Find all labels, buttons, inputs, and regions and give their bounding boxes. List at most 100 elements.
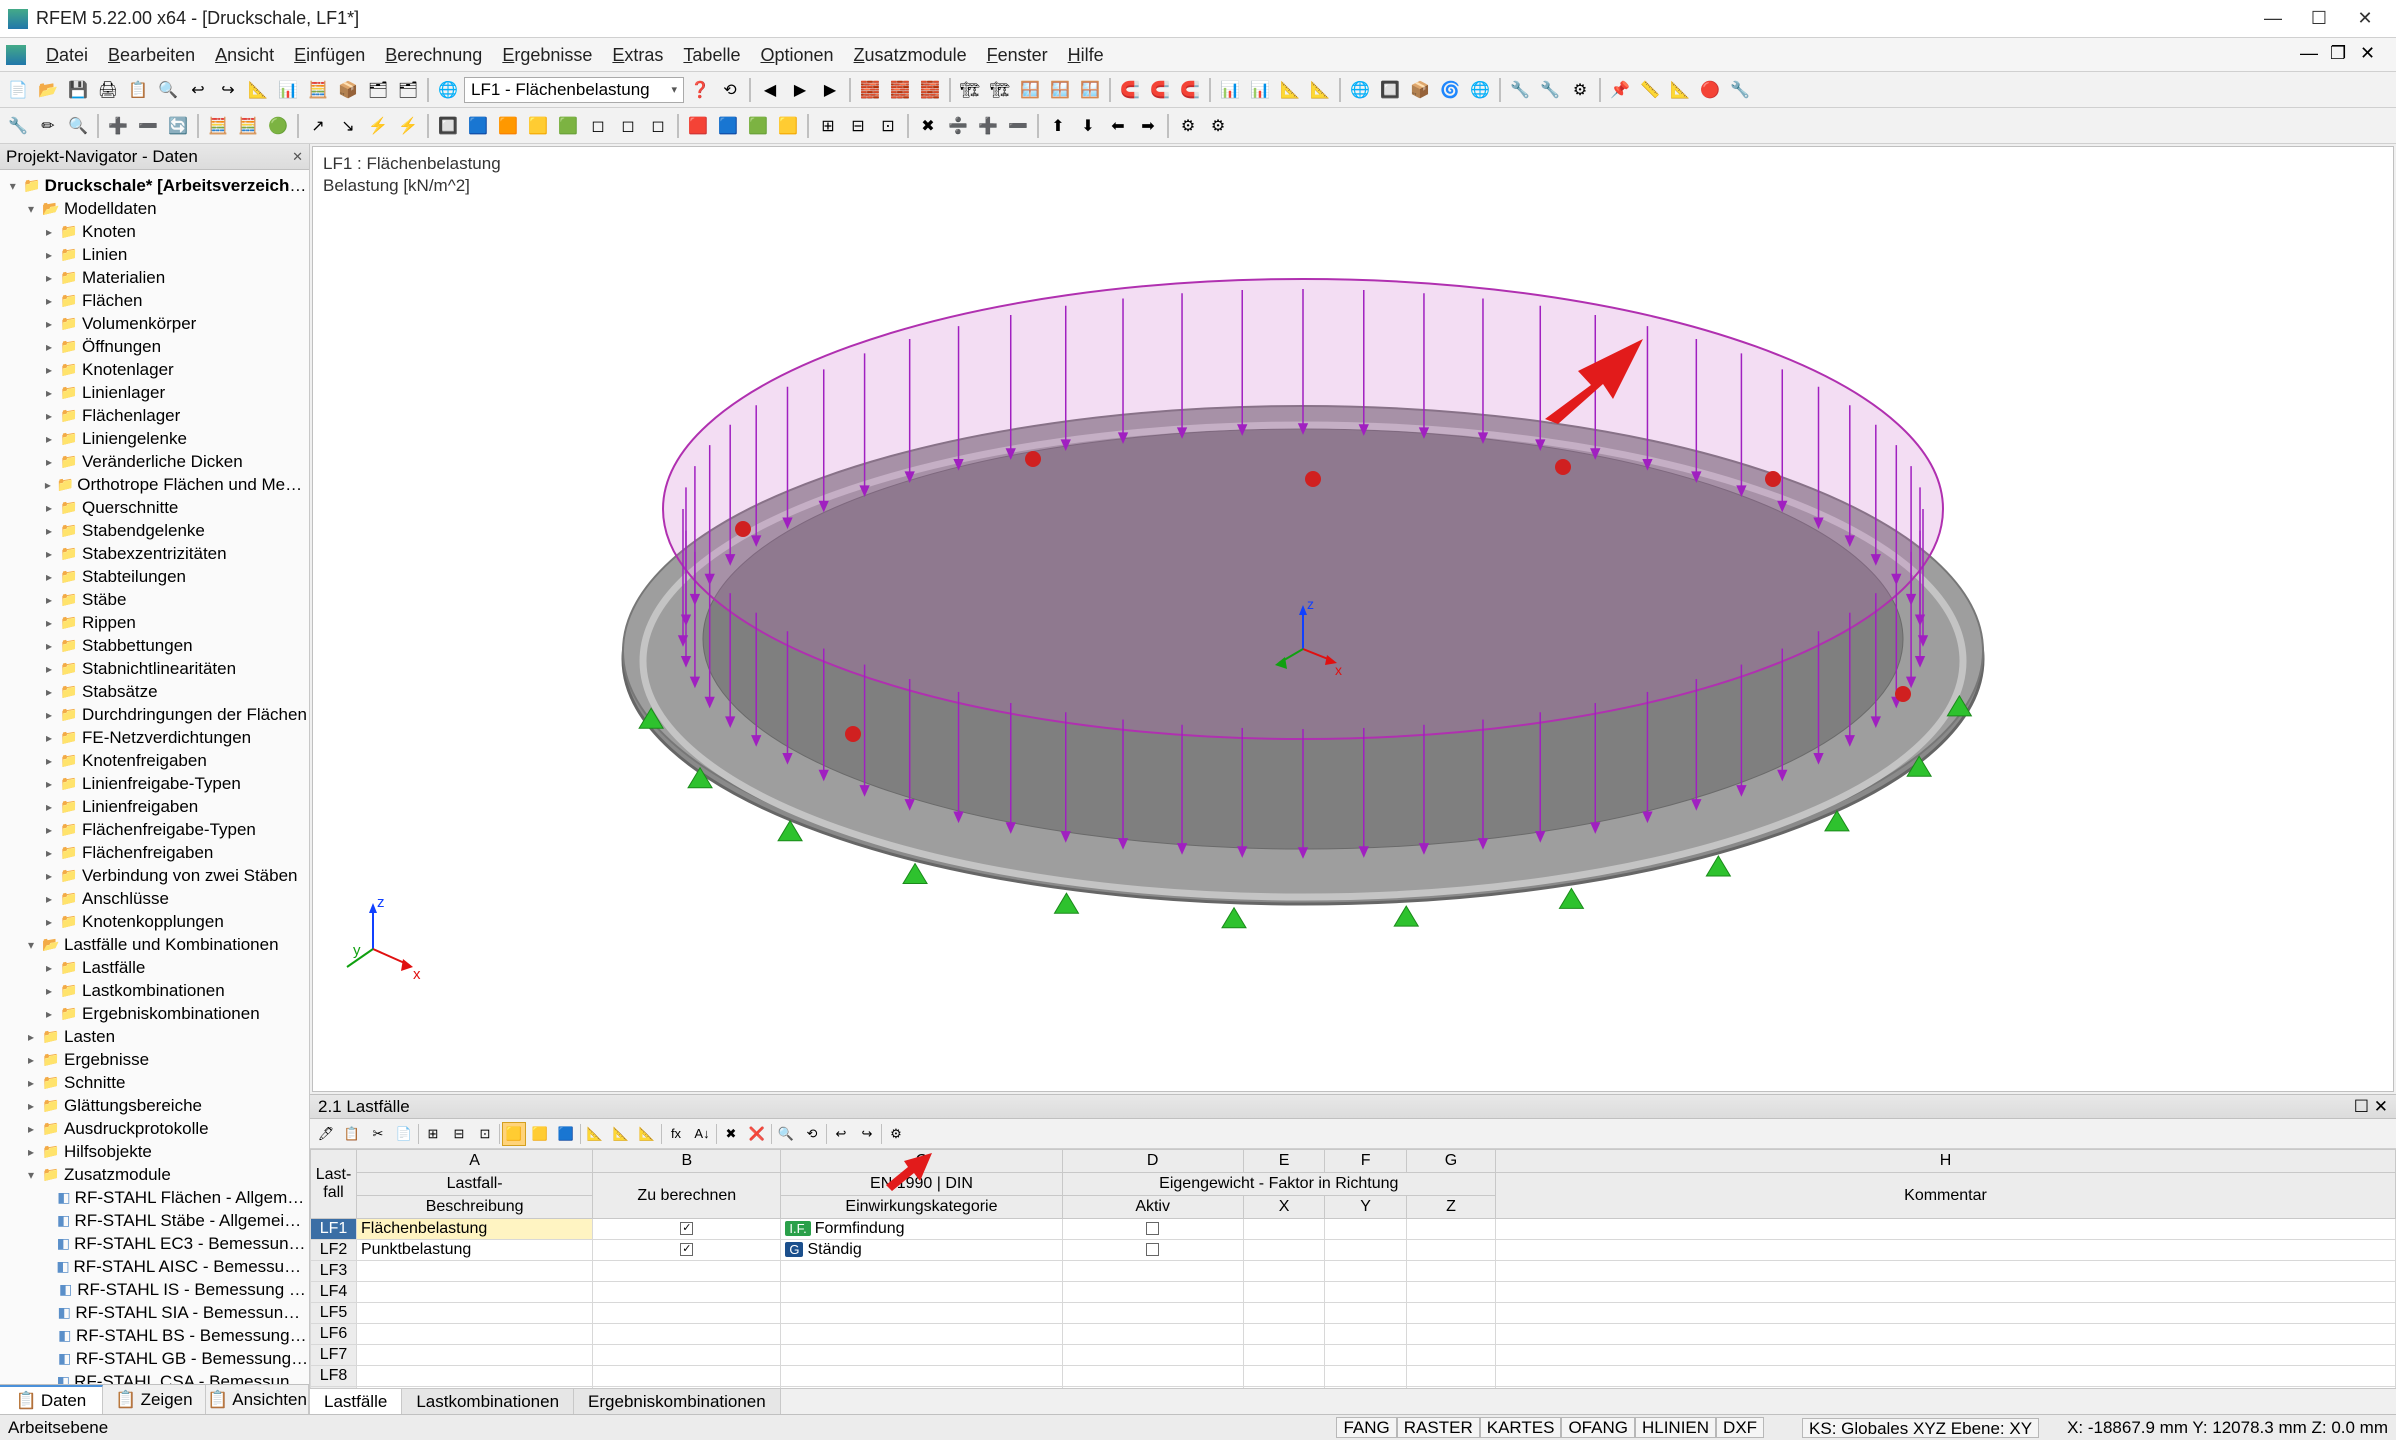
tool-button[interactable]: 🔧 <box>1506 76 1534 104</box>
table-tool-button[interactable]: ⚙ <box>884 1122 908 1146</box>
tool-button[interactable]: ➕ <box>104 112 132 140</box>
tool-button[interactable]: 🔲 <box>1376 76 1404 104</box>
mdi-close[interactable]: ✕ <box>2360 43 2390 67</box>
tool-button[interactable]: 📋 <box>124 76 152 104</box>
table-row[interactable]: LF8 <box>311 1366 2396 1387</box>
tool-button[interactable]: 🧮 <box>204 112 232 140</box>
tree-item[interactable]: ▸📁Anschlüsse <box>0 887 309 910</box>
tool-button[interactable]: ⊞ <box>814 112 842 140</box>
table-tool-button[interactable]: 📋 <box>340 1122 364 1146</box>
mdi-restore[interactable]: ❐ <box>2330 43 2360 67</box>
status-toggle-raster[interactable]: RASTER <box>1397 1417 1480 1438</box>
table-tool-button[interactable]: ⊡ <box>473 1122 497 1146</box>
tree-item[interactable]: ▸📁Glättungsbereiche <box>0 1094 309 1117</box>
tool-button[interactable]: 📐 <box>1666 76 1694 104</box>
tree-item[interactable]: ▸📁Veränderliche Dicken <box>0 450 309 473</box>
tool-button[interactable]: 🔴 <box>1696 76 1724 104</box>
tool-button[interactable]: 📊 <box>1216 76 1244 104</box>
tree-item[interactable]: ▸📁Schnitte <box>0 1071 309 1094</box>
tree-item[interactable]: ▾📁Zusatzmodule <box>0 1163 309 1186</box>
table-row[interactable]: LF9 <box>311 1387 2396 1389</box>
tool-button[interactable]: 📂 <box>34 76 62 104</box>
tree-root[interactable]: ▾📁Druckschale* [Arbeitsverzeichnis] <box>0 174 309 197</box>
table-tool-button[interactable]: ⟲ <box>800 1122 824 1146</box>
sys-icon[interactable] <box>6 45 26 65</box>
tool-button[interactable]: 🔧 <box>4 112 32 140</box>
tool-button[interactable]: ➕ <box>974 112 1002 140</box>
tree-item[interactable]: ▸📁Querschnitte <box>0 496 309 519</box>
tool-button[interactable]: 🪟 <box>1046 76 1074 104</box>
tool-button[interactable]: ⬇ <box>1074 112 1102 140</box>
tool-button[interactable]: 🔧 <box>1536 76 1564 104</box>
tool-button[interactable]: ⬅ <box>1104 112 1132 140</box>
tool-button[interactable]: 🔍 <box>154 76 182 104</box>
tree-item[interactable]: ▸📁Ergebnisse <box>0 1048 309 1071</box>
table-tool-button[interactable]: ❌ <box>745 1122 769 1146</box>
tree-item[interactable]: ▸📁Knotenlager <box>0 358 309 381</box>
tool-button[interactable]: ⚡ <box>394 112 422 140</box>
tool-button[interactable]: ◻ <box>614 112 642 140</box>
loadcase-dropdown[interactable]: LF1 - Flächenbelastung <box>464 77 684 103</box>
tool-button[interactable]: 🧲 <box>1176 76 1204 104</box>
table-tool-button[interactable]: ↪ <box>855 1122 879 1146</box>
tool-button[interactable]: 🔧 <box>1726 76 1754 104</box>
tool-button[interactable]: 🧱 <box>886 76 914 104</box>
tree-item[interactable]: ▸📁Flächen <box>0 289 309 312</box>
tool-button[interactable]: 🔍 <box>64 112 92 140</box>
tree-item[interactable]: ▸📁FE-Netzverdichtungen <box>0 726 309 749</box>
tool-button[interactable]: 🪟 <box>1076 76 1104 104</box>
tree-item[interactable]: ▸📁Lastkombinationen <box>0 979 309 1002</box>
tree-item[interactable]: ▸📁Verbindung von zwei Stäben <box>0 864 309 887</box>
close-button[interactable]: ✕ <box>2342 4 2388 34</box>
table-tool-button[interactable]: ⊟ <box>447 1122 471 1146</box>
table-tool-button[interactable]: 📄 <box>392 1122 416 1146</box>
tree-item[interactable]: ▸📁Volumenkörper <box>0 312 309 335</box>
tool-button[interactable]: ➗ <box>944 112 972 140</box>
tool-button[interactable]: ⚡ <box>364 112 392 140</box>
tree-item[interactable]: ▸📁Orthotrope Flächen und Membranen <box>0 473 309 496</box>
tool-button[interactable]: ✏ <box>34 112 62 140</box>
tool-button[interactable]: 🧮 <box>304 76 332 104</box>
table-row[interactable]: LF5 <box>311 1303 2396 1324</box>
table-row[interactable]: LF7 <box>311 1345 2396 1366</box>
menu-bearbeiten[interactable]: Bearbeiten <box>98 38 205 72</box>
table-tool-button[interactable]: 🟦 <box>554 1122 578 1146</box>
tree-module[interactable]: ◧RF-STAHL AISC - Bemessung nach AISC <box>0 1255 309 1278</box>
status-toggle-fang[interactable]: FANG <box>1336 1417 1396 1438</box>
tool-button[interactable]: 🌀 <box>1436 76 1464 104</box>
tool-button[interactable]: 💾 <box>64 76 92 104</box>
tool-button[interactable]: 📦 <box>1406 76 1434 104</box>
nav-tab-daten[interactable]: 📋Daten <box>0 1385 103 1414</box>
tree-item[interactable]: ▸📁Stäbe <box>0 588 309 611</box>
tool-button[interactable]: ✖ <box>914 112 942 140</box>
tool-button[interactable]: ⚙ <box>1566 76 1594 104</box>
tool-button[interactable]: 🟨 <box>774 112 802 140</box>
globe-icon[interactable]: 🌐 <box>434 76 462 104</box>
menu-zusatzmodule[interactable]: Zusatzmodule <box>844 38 977 72</box>
tool-button[interactable]: ◻ <box>584 112 612 140</box>
tool-button[interactable]: 🔄 <box>164 112 192 140</box>
table-tool-button[interactable]: 📐 <box>583 1122 607 1146</box>
menu-optionen[interactable]: Optionen <box>750 38 843 72</box>
tool-button[interactable]: 🧲 <box>1116 76 1144 104</box>
tree-module[interactable]: ◧RF-STAHL EC3 - Bemessung nach Euro <box>0 1232 309 1255</box>
maximize-button[interactable]: ☐ <box>2296 4 2342 34</box>
tool-button[interactable]: 🌐 <box>1466 76 1494 104</box>
tool-button[interactable]: 🧱 <box>856 76 884 104</box>
tool-button[interactable]: ➖ <box>134 112 162 140</box>
tool-button[interactable]: 📊 <box>1246 76 1274 104</box>
tree-item[interactable]: ▸📁Stabteilungen <box>0 565 309 588</box>
table-tool-button[interactable]: ⊞ <box>421 1122 445 1146</box>
status-toggle-hlinien[interactable]: HLINIEN <box>1635 1417 1716 1438</box>
minimize-button[interactable]: — <box>2250 4 2296 34</box>
menu-datei[interactable]: Datei <box>36 38 98 72</box>
tree-modelldaten[interactable]: ▾📂Modelldaten <box>0 197 309 220</box>
tool-button[interactable]: ↗ <box>304 112 332 140</box>
status-toggle-kartes[interactable]: KARTES <box>1480 1417 1562 1438</box>
tree-item[interactable]: ▸📁Lastfälle <box>0 956 309 979</box>
tree-item[interactable]: ▸📁Knoten <box>0 220 309 243</box>
tree-item[interactable]: ▸📁Öffnungen <box>0 335 309 358</box>
table-tool-button[interactable]: fx <box>664 1122 688 1146</box>
menu-tabelle[interactable]: Tabelle <box>673 38 750 72</box>
tool-button[interactable]: 🏗 <box>956 76 984 104</box>
